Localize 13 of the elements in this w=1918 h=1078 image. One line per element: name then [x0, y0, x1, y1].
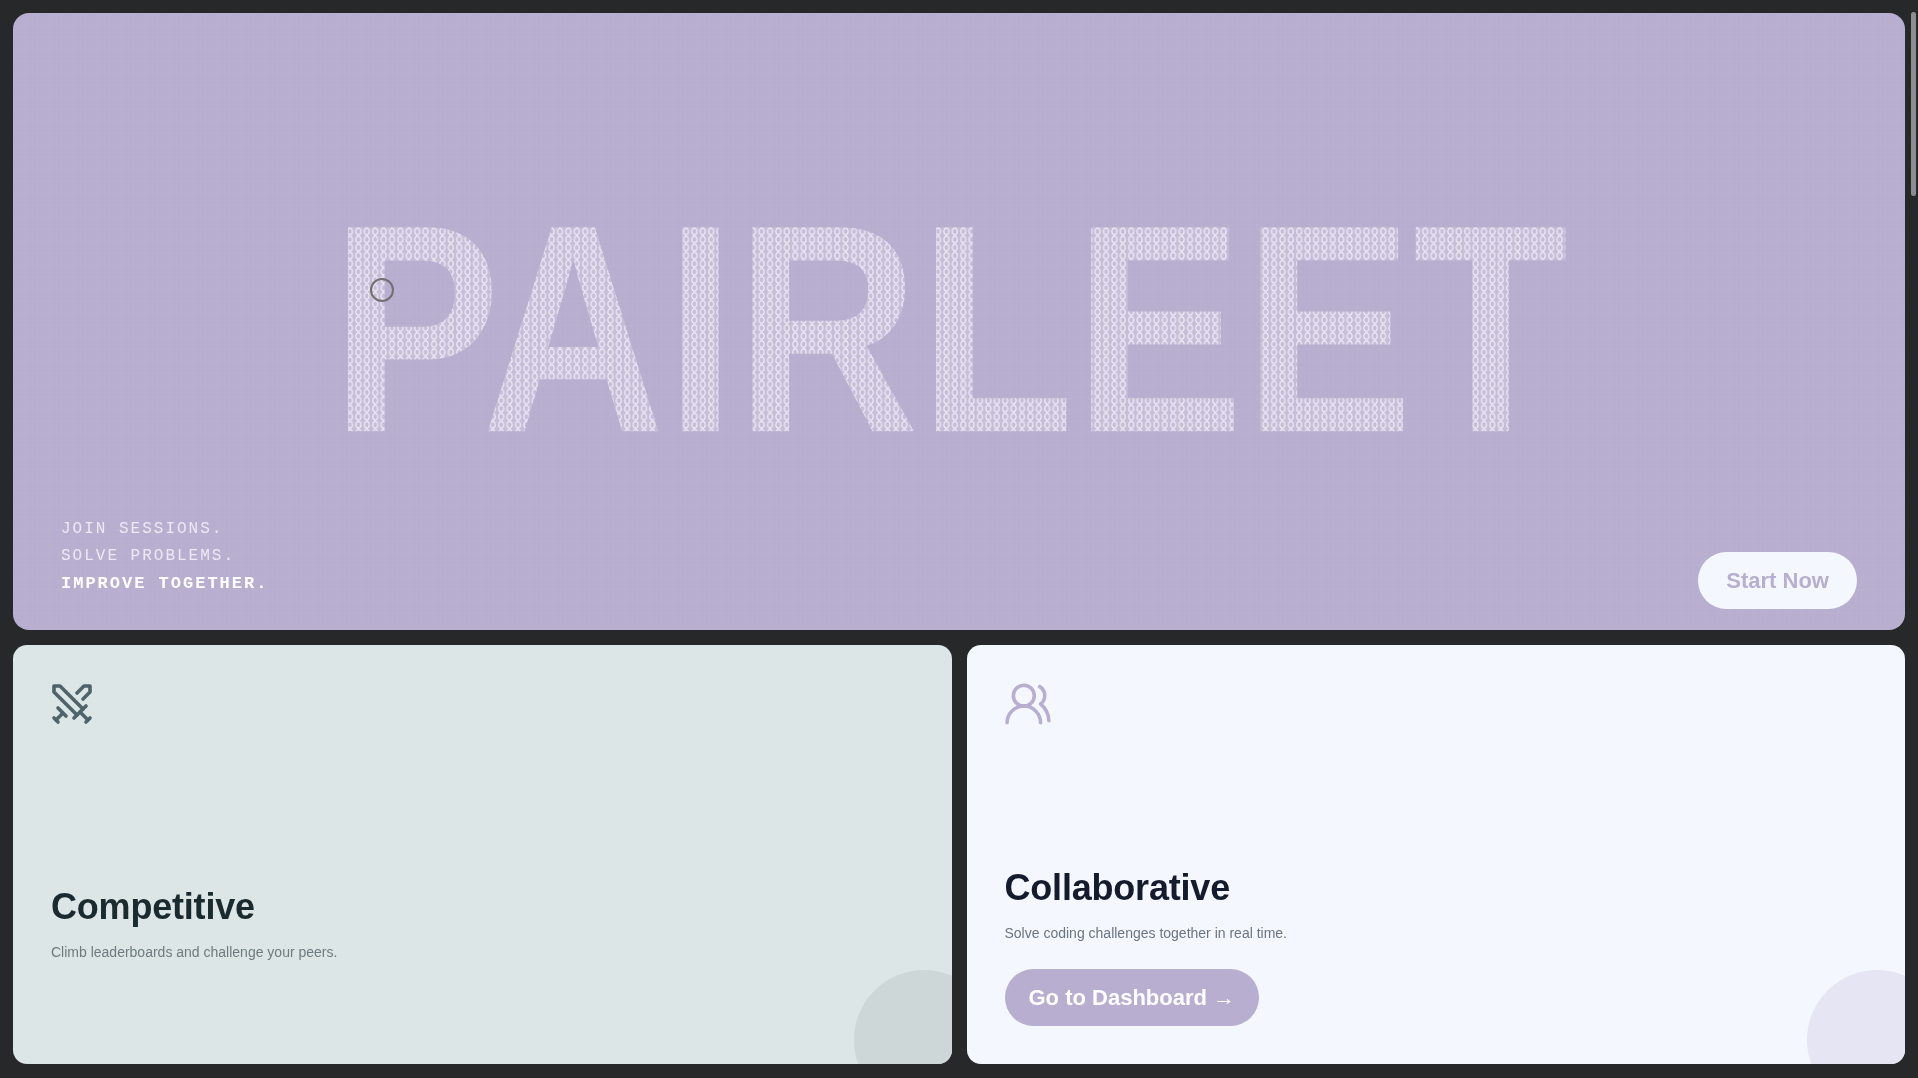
scrollbar-thumb[interactable]	[1911, 12, 1916, 196]
ascii-art-logo: PAIRLEET	[329, 163, 1589, 494]
swords-icon	[51, 683, 93, 725]
card-title: Competitive	[51, 885, 255, 929]
users-icon	[1004, 683, 1051, 725]
card-description: Climb leaderboards and challenge your peers.	[51, 943, 338, 962]
dashboard-button[interactable]: Go to Dashboard →	[1004, 969, 1260, 1026]
start-now-button[interactable]: Start Now	[1698, 552, 1857, 609]
tagline-text: JOIN SESSIONS.	[61, 519, 224, 540]
tagline-text: IMPROVE TOGETHER.	[61, 573, 269, 595]
card-description: Solve coding challenges together in real time.	[1004, 924, 1287, 943]
card-title: Collaborative	[1004, 866, 1230, 910]
tagline-text: SOLVE PROBLEMS.	[61, 546, 236, 567]
